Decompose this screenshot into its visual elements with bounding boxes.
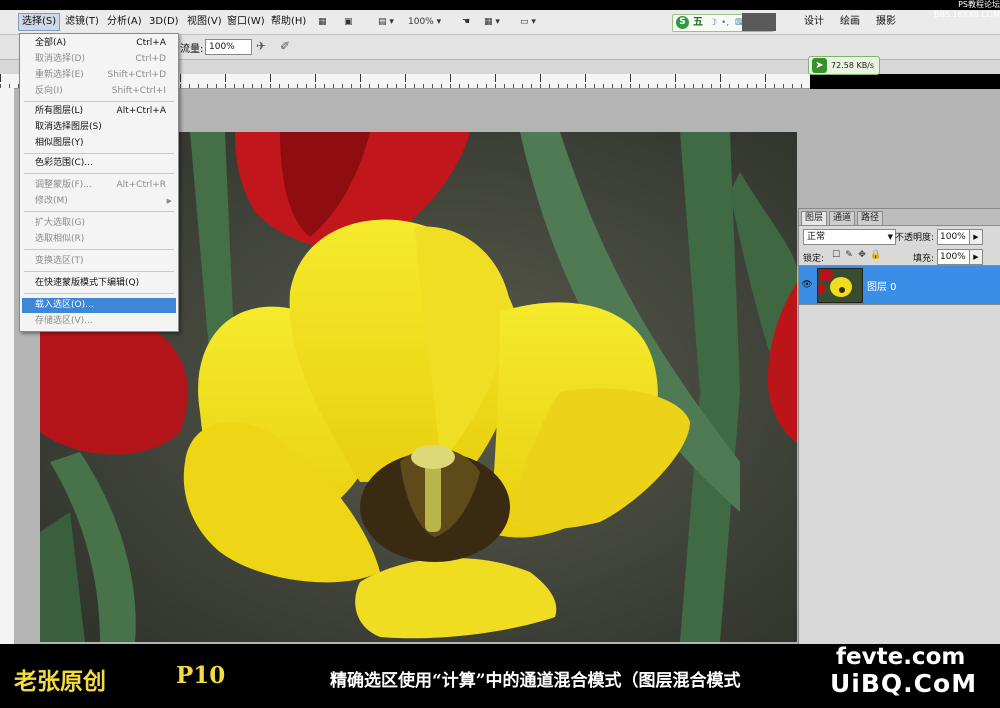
layer-thumbnail-image [818,269,862,302]
zoom-level[interactable]: 100% ▾ [408,14,456,30]
menu-item-color-range[interactable]: 色彩范围(C)... [22,156,176,171]
menu-item-deselect-layers[interactable]: 取消选择图层(S) [22,120,176,135]
tab-channels[interactable]: 通道 [829,211,856,225]
menu-separator [24,173,174,174]
screen-mode-icon[interactable]: ▭ ▾ [520,14,536,30]
airbrush-icon[interactable]: ✈ [254,39,268,53]
opacity-input[interactable]: 100% [937,229,971,245]
punctuation-icon[interactable]: •, [721,15,729,31]
menu-item-transform-selection[interactable]: 变换选区(T) [22,254,176,269]
menu-select[interactable]: 选择(S) [18,13,61,31]
watermark-uibq: UiBQ.CoM [830,669,978,698]
ime-logo-icon: S [676,16,689,29]
workspace-photography[interactable]: 摄影 [870,13,902,31]
menu-item-deselect[interactable]: 取消选择(D) Ctrl+D [22,52,176,67]
tab-layers[interactable]: 图层 [801,211,828,225]
caption-author: 老张原创 [14,668,106,695]
speed-value: 72.58 KB/s [831,61,875,70]
vertical-ruler [0,88,15,644]
watermark-forum-title: PS教程论坛 [958,0,1000,9]
menu-item-inverse[interactable]: 反向(I) Shift+Ctrl+I [22,84,176,99]
opacity-slider-button[interactable]: ▶ [969,229,983,245]
menu-item-load-selection[interactable]: 载入选区(O)... [22,298,176,313]
menu-window[interactable]: 窗口(W) [224,14,268,30]
flow-input[interactable]: 100% [205,39,252,55]
workspace-design[interactable]: 设计 [798,13,830,31]
dropdown-arrow-icon: ▼ [887,233,893,241]
menu-bar: 选择(S) 滤镜(T) 分析(A) 3D(D) 视图(V) 窗口(W) 帮助(H… [0,10,1000,35]
workspace-essentials[interactable] [742,13,777,31]
layer-row[interactable]: 👁 图层 0 [799,265,1000,305]
menu-view[interactable]: 视图(V) [184,14,225,30]
arrange-documents-icon[interactable]: ▦ ▾ [484,14,500,30]
caption-description: 精确选区使用“计算”中的通道混合模式（图层混合模式 [330,671,741,691]
menu-separator [24,153,174,154]
menu-item-all-layers[interactable]: 所有图层(L) Alt+Ctrl+A [22,104,176,119]
menu-item-quick-mask[interactable]: 在快速蒙版模式下编辑(Q) [22,276,176,291]
menu-separator [24,211,174,212]
download-speed-widget: ➤ 72.58 KB/s [808,56,880,75]
eye-icon[interactable]: 👁 [801,279,813,291]
flow-label: 流量: [180,44,204,55]
watermark-forum: PS教程论坛 BBS.16XX8.COM [924,0,1000,24]
lock-image-icon[interactable]: ✎ [844,250,854,260]
panel-tabs: 图层 通道 路径 [799,209,1000,226]
submenu-arrow-icon: ▶ [166,197,172,205]
opacity-label: 不透明度: [895,233,935,243]
blend-mode-select[interactable]: 正常 ▼ [803,229,896,245]
app-window: 选择(S) 滤镜(T) 分析(A) 3D(D) 视图(V) 窗口(W) 帮助(H… [0,0,1000,708]
fill-input[interactable]: 100% [937,249,971,265]
select-menu-dropdown: 全部(A) Ctrl+A 取消选择(D) Ctrl+D 重新选择(E) Shift+C… [19,33,179,332]
speed-arrow-icon: ➤ [812,58,827,73]
menu-filter[interactable]: 滤镜(T) [62,14,102,30]
bridge-icon[interactable]: ▦ [318,14,327,30]
tab-paths[interactable]: 路径 [857,211,884,225]
menu-separator [24,271,174,272]
menu-3d[interactable]: 3D(D) [146,14,182,30]
menu-help[interactable]: 帮助(H) [268,14,309,30]
caption-bar: 老张原创 P10 精确选区使用“计算”中的通道混合模式（图层混合模式 fevte… [0,644,1000,708]
fill-label: 填充: [913,254,935,264]
menu-item-all[interactable]: 全部(A) Ctrl+A [22,36,176,51]
layer-thumbnail [817,268,863,303]
ime-mode-label: 五 [693,17,703,28]
lock-transparent-icon[interactable]: ☐ [831,250,841,260]
menu-separator [24,101,174,102]
watermark-forum-url: BBS.16XX8.COM [933,10,1000,19]
menu-item-modify[interactable]: 修改(M) ▶ [22,194,176,209]
workspace-painting[interactable]: 绘画 [834,13,866,31]
menu-separator [24,293,174,294]
pressure-icon[interactable]: ✐ [278,39,292,53]
menu-item-save-selection[interactable]: 存储选区(V)... [22,314,176,329]
watermark-fevte: fevte.com [836,644,966,670]
fill-slider-button[interactable]: ▶ [969,249,983,265]
menu-analysis[interactable]: 分析(A) [104,14,145,30]
menu-item-refine-mask[interactable]: 调整蒙版(F)... Alt+Ctrl+R [22,178,176,193]
caption-page-number: P10 [176,662,226,689]
lock-label: 锁定: [803,254,825,264]
menu-item-reselect[interactable]: 重新选择(E) Shift+Ctrl+D [22,68,176,83]
menu-item-similar-layers[interactable]: 相似图层(Y) [22,136,176,151]
layers-panel: 图层 通道 路径 正常 ▼ 不透明度: 100% ▶ 锁定: ☐ ✎ ✥ 🔒 填充… [798,208,1000,645]
menu-item-similar[interactable]: 选取相似(R) [22,232,176,247]
minibridge-icon[interactable]: ▣ [344,14,353,30]
menu-separator [24,249,174,250]
menu-item-grow[interactable]: 扩大选取(G) [22,216,176,231]
lock-position-icon[interactable]: ✥ [857,250,867,260]
view-extras-icon[interactable]: ▤ ▾ [378,14,394,30]
lock-all-icon[interactable]: 🔒 [870,250,881,260]
layer-name[interactable]: 图层 0 [867,278,897,293]
moon-icon[interactable]: ☽ [709,15,717,31]
hand-tool-icon[interactable]: ☚ [462,14,470,30]
